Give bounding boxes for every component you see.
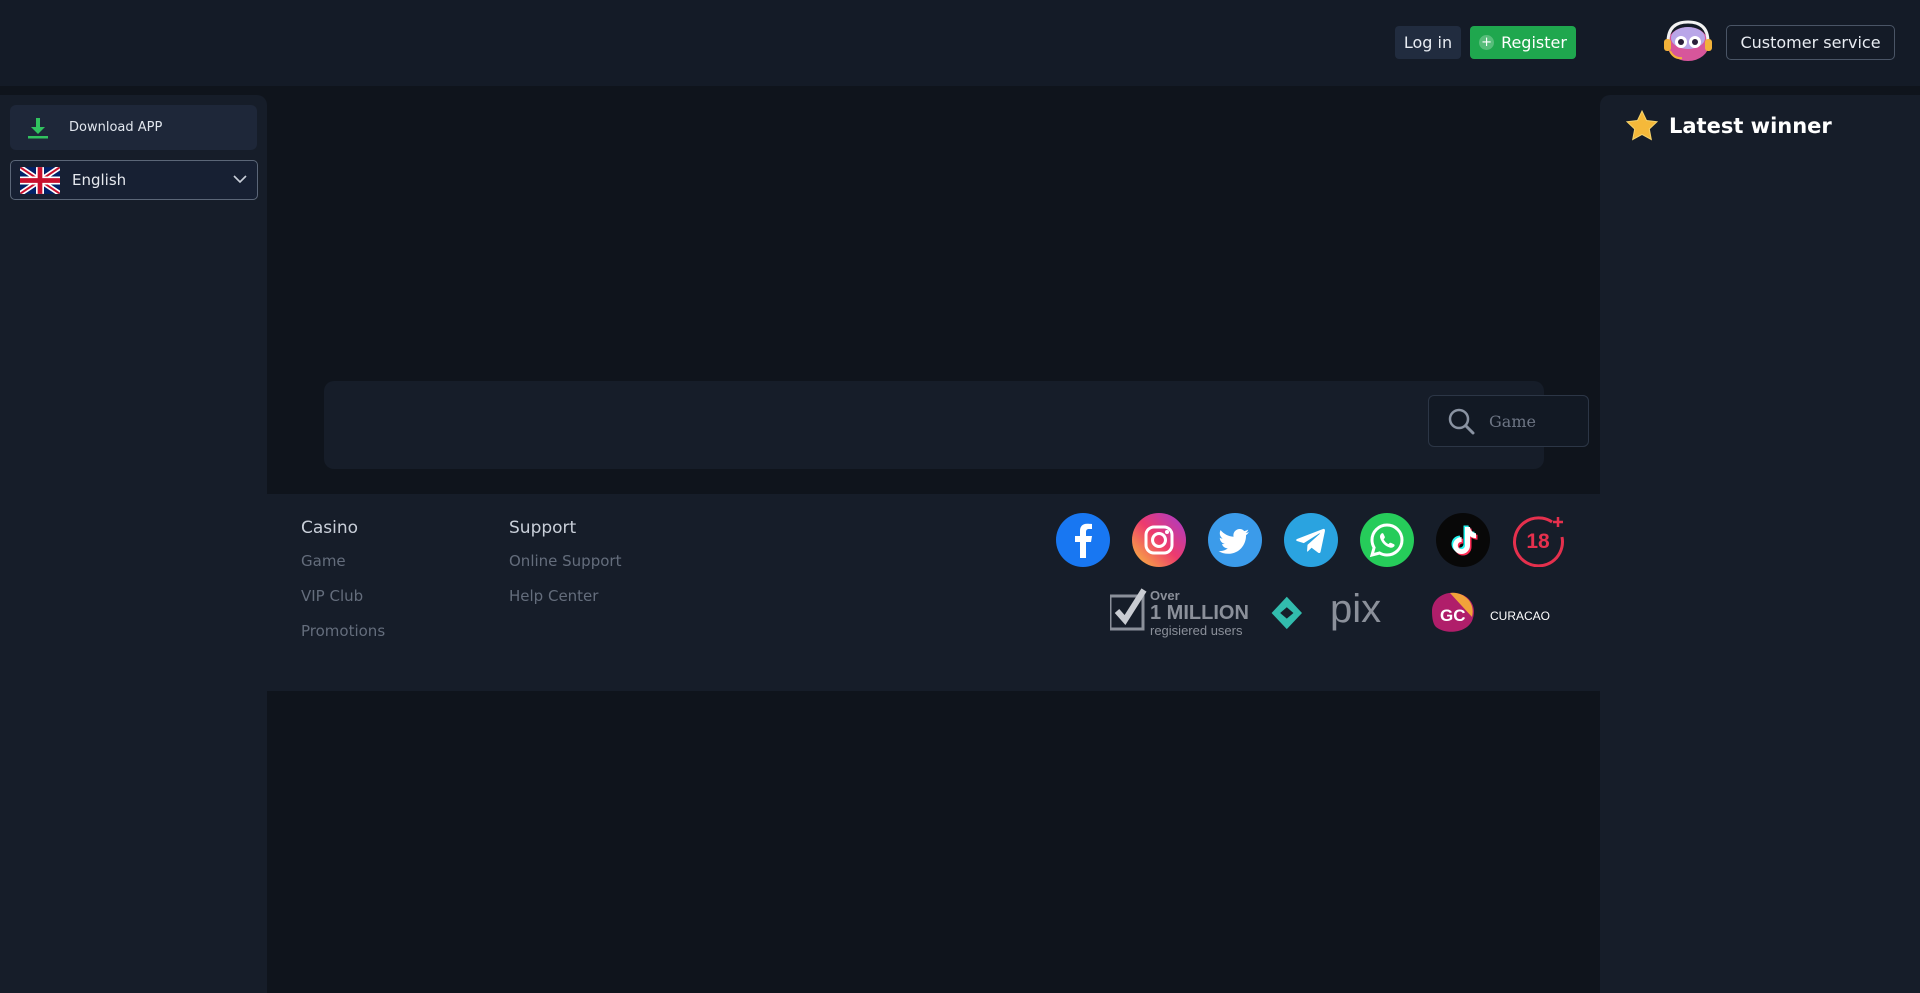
footer-link-help-center[interactable]: Help Center: [509, 587, 621, 605]
login-button[interactable]: Log in: [1395, 26, 1461, 59]
star-icon: [1625, 109, 1659, 141]
latest-winner-header: Latest winner: [1625, 109, 1832, 143]
footer-link-vip-club[interactable]: VIP Club: [301, 587, 385, 605]
pix-text: pix: [1330, 587, 1381, 631]
uk-flag-icon: [20, 166, 60, 194]
age-18-plus-icon: 18: [1512, 513, 1566, 567]
gc-text: GC: [1440, 606, 1466, 625]
svg-text:18: 18: [1526, 530, 1550, 553]
pix-logo: pix: [1271, 587, 1381, 631]
instagram-icon[interactable]: [1132, 513, 1186, 567]
million-over-text: Over: [1150, 588, 1180, 603]
footer-support-title: Support: [509, 518, 577, 538]
footer-link-promotions[interactable]: Promotions: [301, 622, 385, 640]
search-input[interactable]: [1489, 411, 1579, 431]
chevron-down-icon: [233, 175, 247, 184]
million-main-text: 1 MILLION: [1150, 602, 1249, 624]
facebook-icon[interactable]: [1056, 513, 1110, 567]
gc-curacao-logo: GC CURACAO: [1432, 592, 1550, 632]
million-sub-text: regisiered users: [1150, 623, 1243, 638]
download-app-button[interactable]: Download APP: [10, 105, 257, 150]
social-links: 18: [1056, 513, 1566, 567]
top-header: Log in + Register Customer service: [0, 0, 1920, 86]
million-users-badge: Over 1 MILLION regisiered users: [1110, 588, 1249, 638]
footer-link-game[interactable]: Game: [301, 552, 385, 570]
support-mascot-icon[interactable]: [1660, 18, 1716, 64]
search-icon: [1448, 408, 1475, 435]
curacao-text: CURACAO: [1490, 609, 1550, 623]
footer: Casino Game VIP Club Promotions Support …: [267, 494, 1600, 691]
download-icon: [28, 117, 48, 138]
footer-support-column: Support Online Support Help Center: [509, 518, 621, 622]
register-label: Register: [1501, 33, 1567, 52]
register-button[interactable]: + Register: [1470, 26, 1576, 59]
footer-link-online-support[interactable]: Online Support: [509, 552, 621, 570]
telegram-icon[interactable]: [1284, 513, 1338, 567]
tiktok-icon[interactable]: [1436, 513, 1490, 567]
customer-service-button[interactable]: Customer service: [1726, 25, 1895, 60]
footer-casino-column: Casino Game VIP Club Promotions: [301, 518, 385, 657]
game-search-panel: [324, 381, 1589, 469]
search-box[interactable]: [1428, 395, 1589, 447]
latest-winner-title: Latest winner: [1669, 114, 1832, 138]
main-content: Casino Game VIP Club Promotions Support …: [267, 86, 1600, 993]
language-select[interactable]: English: [10, 160, 258, 200]
footer-casino-title: Casino: [301, 518, 359, 538]
twitter-icon[interactable]: [1208, 513, 1262, 567]
right-sidebar: Latest winner: [1600, 95, 1920, 993]
download-app-label: Download APP: [69, 120, 163, 135]
whatsapp-icon[interactable]: [1360, 513, 1414, 567]
language-label: English: [72, 171, 127, 189]
plus-icon: +: [1479, 35, 1495, 50]
left-sidebar: Download APP English: [0, 95, 267, 993]
trust-badges: Over 1 MILLION regisiered users pix GC C…: [1110, 587, 1550, 638]
